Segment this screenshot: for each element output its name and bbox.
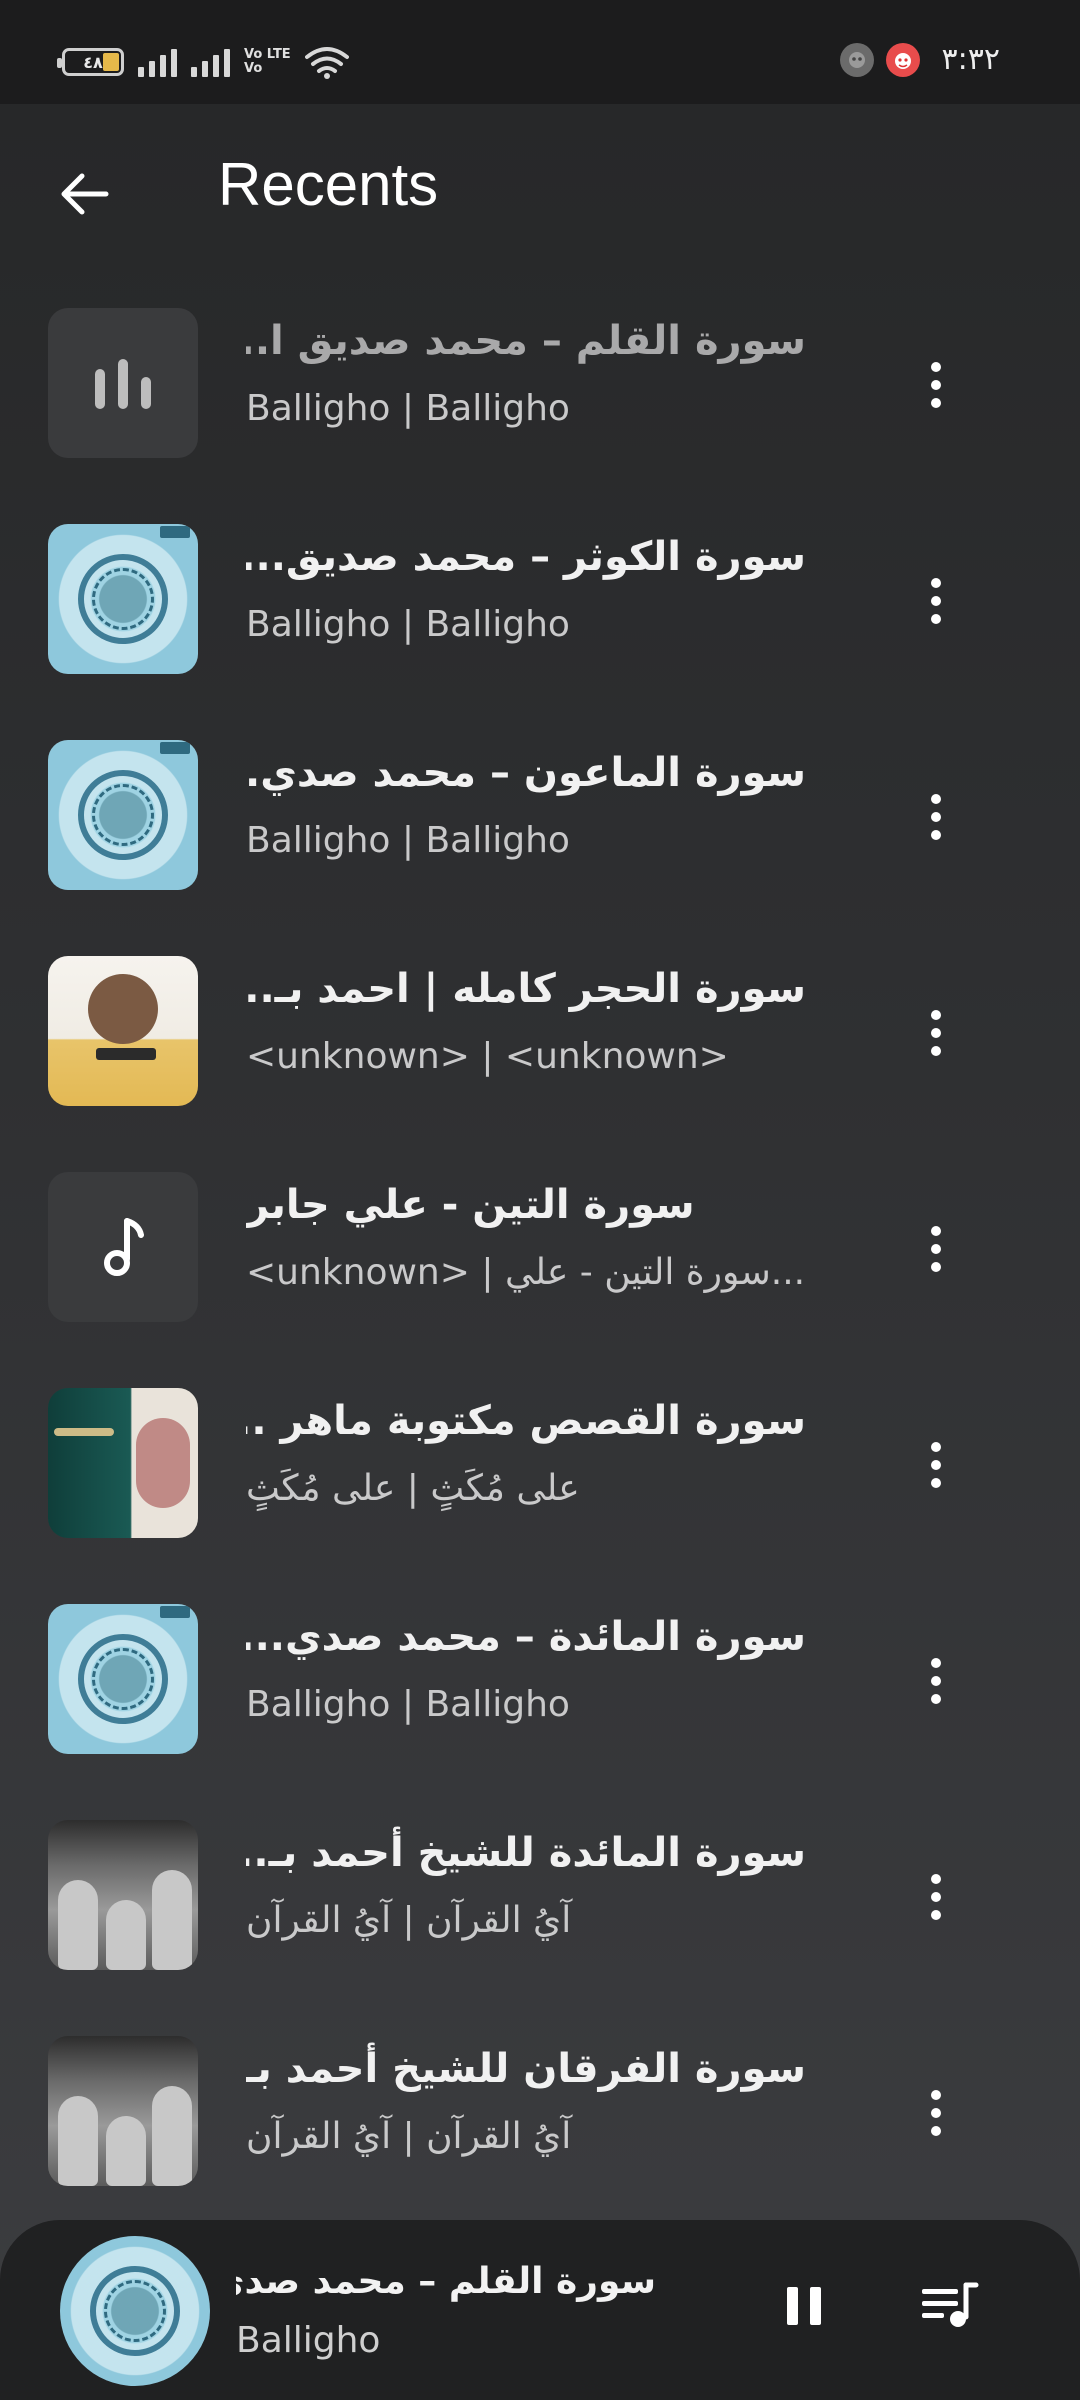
arrow-left-icon [61, 173, 109, 215]
app-bar: Recents [0, 104, 1080, 274]
track-subtitle: <unknown> | سورة التين - علي... [246, 1252, 806, 1293]
more-vert-icon [931, 1226, 941, 1236]
track-subtitle: <unknown> | <unknown> [246, 1036, 729, 1077]
track-thumbnail [48, 2036, 198, 2186]
track-thumbnail [48, 1172, 198, 1322]
more-vert-icon [931, 1658, 941, 1668]
music-note-icon [104, 1218, 144, 1276]
track-title: سورة المائدة – محمد صدي... [246, 1614, 806, 1660]
track-thumbnail [48, 740, 198, 890]
quran-cover-art [60, 2236, 210, 2386]
recent-track-item[interactable]: سورة القلم – محمد صديق ا... Balligho | B… [0, 300, 1080, 516]
mosque-gray-art [48, 2036, 198, 2186]
track-subtitle: آيُ القرآن | آيُ القرآن [246, 1900, 572, 1941]
queue-button[interactable] [912, 2268, 988, 2344]
more-vert-icon [931, 794, 941, 804]
more-options-button[interactable] [908, 2068, 964, 2158]
track-subtitle: Balligho | Balligho [246, 388, 570, 429]
equalizer-icon [95, 359, 151, 409]
mosque-gray-art [48, 1820, 198, 1970]
more-options-button[interactable] [908, 988, 964, 1078]
volte-indicator: Vo LTE Vo [244, 48, 291, 76]
track-subtitle: Balligho | Balligho [246, 820, 570, 861]
track-thumbnail [48, 1820, 198, 1970]
notification-icon-1 [839, 42, 874, 77]
more-options-button[interactable] [908, 1636, 964, 1726]
back-button[interactable] [42, 152, 126, 236]
track-subtitle: Balligho | Balligho [246, 1684, 570, 1725]
more-options-button[interactable] [908, 340, 964, 430]
track-thumbnail [48, 308, 198, 458]
pause-icon [787, 2287, 798, 2325]
more-options-button[interactable] [908, 1204, 964, 1294]
more-vert-icon [931, 1442, 941, 1452]
quran-cover-art [48, 1604, 198, 1754]
battery-level: ٤٨ [83, 52, 103, 72]
status-time: ٣:٣٢ [941, 42, 1000, 77]
wifi-icon [304, 47, 349, 79]
signal-strength-icon-2 [191, 47, 230, 77]
track-title: سورة الماعون – محمد صدي... [246, 750, 806, 796]
track-title: سورة القصص مكتوبة ماهر ... [246, 1398, 806, 1444]
volte-label-2: Vo [244, 61, 263, 76]
battery-icon: ٤٨ [57, 48, 124, 76]
recent-track-item[interactable]: سورة الكوثر – محمد صديق... Balligho | Ba… [0, 516, 1080, 732]
track-title: سورة التين - علي جابر [246, 1182, 695, 1228]
recent-track-item[interactable]: سورة التين - علي جابر <unknown> | سورة ا… [0, 1164, 1080, 1380]
recents-list: سورة القلم – محمد صديق ا... Balligho | B… [0, 300, 1080, 2244]
recent-track-item[interactable]: سورة المائدة – محمد صدي... Balligho | Ba… [0, 1596, 1080, 1812]
reciter-green-art [48, 1388, 198, 1538]
track-thumbnail [48, 1604, 198, 1754]
track-thumbnail [48, 524, 198, 674]
recent-track-item[interactable]: سورة الفرقان للشيخ أحمد بـ... آيُ القرآن… [0, 2028, 1080, 2244]
status-bar-left: ٤٨ Vo LTE Vo [57, 44, 349, 80]
more-vert-icon [931, 2090, 941, 2100]
track-title: سورة المائدة للشيخ أحمد بـ... [246, 1830, 806, 1876]
more-vert-icon [931, 1874, 941, 1884]
status-bar-right: ٣:٣٢ [839, 42, 1000, 77]
signal-strength-icon [138, 47, 177, 77]
notification-icon-2 [885, 42, 920, 77]
more-options-button[interactable] [908, 1420, 964, 1510]
track-thumbnail [48, 956, 198, 1106]
track-thumbnail [48, 1388, 198, 1538]
recent-track-item[interactable]: سورة الحجر كامله | احمد بـ... <unknown> … [0, 948, 1080, 1164]
reciter-portrait-art [48, 956, 198, 1106]
more-options-button[interactable] [908, 1852, 964, 1942]
track-title: سورة القلم – محمد صديق ا... [246, 318, 806, 364]
page-title: Recents [218, 151, 439, 218]
queue-music-icon [922, 2282, 979, 2327]
quran-cover-art [48, 524, 198, 674]
mini-player-title: سورة القلم – محمد صدي... [236, 2261, 656, 2302]
status-bar: ٤٨ Vo LTE Vo ٣:٣٢ [0, 0, 1080, 104]
mini-player-artist: Balligho [236, 2320, 381, 2361]
volte-label-1: Vo LTE [244, 47, 291, 62]
more-vert-icon [931, 1010, 941, 1020]
track-subtitle: على مُكَثٍ | على مُكَثٍ [246, 1468, 580, 1509]
mini-player-artwork [60, 2236, 210, 2386]
more-vert-icon [931, 362, 941, 372]
track-title: سورة الحجر كامله | احمد بـ... [246, 966, 806, 1012]
quran-cover-art [48, 740, 198, 890]
track-title: سورة الفرقان للشيخ أحمد بـ... [246, 2046, 806, 2092]
recent-track-item[interactable]: سورة القصص مكتوبة ماهر ... على مُكَثٍ | … [0, 1380, 1080, 1596]
track-subtitle: Balligho | Balligho [246, 604, 570, 645]
more-options-button[interactable] [908, 772, 964, 862]
recent-track-item[interactable]: سورة الماعون – محمد صدي... Balligho | Ba… [0, 732, 1080, 948]
more-vert-icon [931, 578, 941, 588]
pause-button[interactable] [776, 2268, 832, 2344]
track-title: سورة الكوثر – محمد صديق... [246, 534, 806, 580]
track-subtitle: آيُ القرآن | آيُ القرآن [246, 2116, 572, 2157]
more-options-button[interactable] [908, 556, 964, 646]
mini-player[interactable]: سورة القلم – محمد صدي... Balligho [0, 2220, 1080, 2400]
recent-track-item[interactable]: سورة المائدة للشيخ أحمد بـ... آيُ القرآن… [0, 1812, 1080, 2028]
